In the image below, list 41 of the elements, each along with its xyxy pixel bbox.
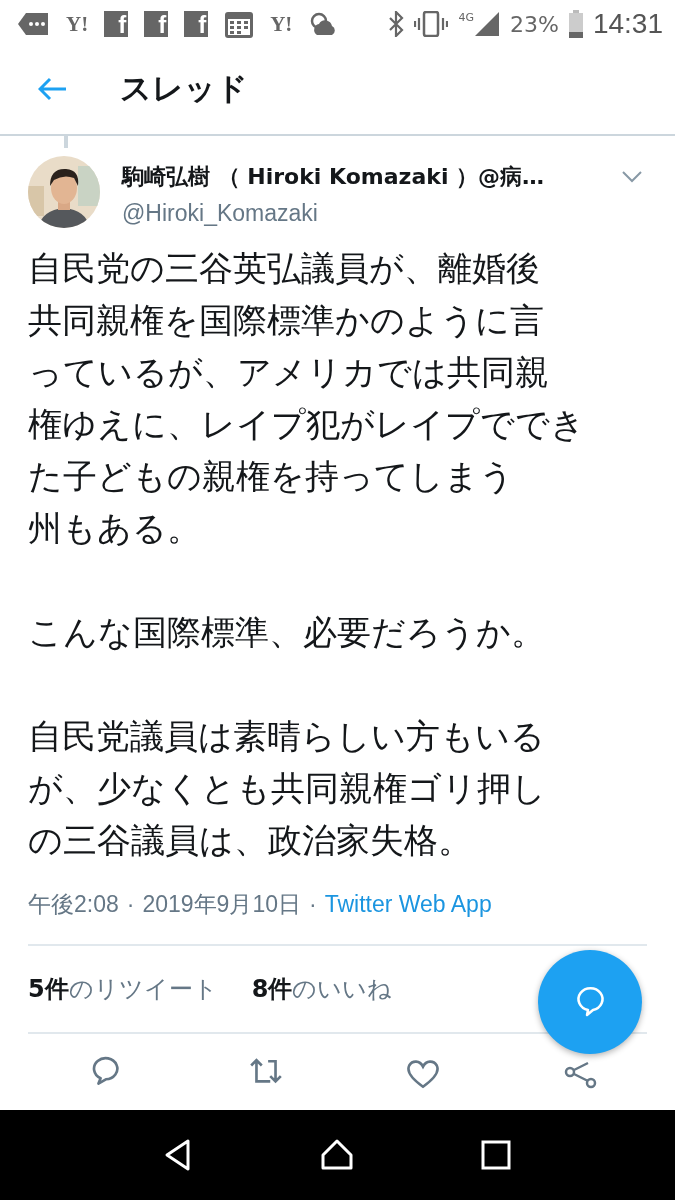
- stat-count: 8件: [251, 974, 293, 1005]
- clock: 14:31: [592, 8, 663, 40]
- stat-label[interactable]: のいいね: [292, 973, 393, 1005]
- yahoo-logo: Y!: [270, 11, 293, 37]
- tweet-text-line: 自民党の三谷英弘議員が、離婚後: [28, 247, 540, 290]
- tweet-text-line: っているが、アメリカでは共同親: [28, 351, 549, 394]
- separator-dot: ·: [126, 890, 135, 918]
- stat-label[interactable]: のリツイート: [68, 973, 218, 1005]
- tweet-text-line: 共同親権を国際標準かのように言: [28, 299, 544, 342]
- tweet-text-line: 自民党議員は素晴らしい方もいる: [28, 715, 545, 758]
- arrow-icon: [38, 77, 68, 101]
- bluetooth-icon: [388, 11, 405, 37]
- tag-icon: [18, 11, 50, 37]
- facebook-logo: f: [104, 11, 129, 37]
- tweet-text-line: が、少なくとも共同親権ゴリ押し: [28, 767, 546, 810]
- page-title: スレッド: [120, 69, 248, 108]
- chevron-icon: [622, 171, 642, 183]
- separator-dot: ·: [309, 890, 317, 918]
- facebook-logo: f: [144, 11, 169, 37]
- network-label: 4G: [458, 11, 474, 24]
- source-link[interactable]: Twitter Web App: [324, 890, 492, 918]
- tweet-text-line: た子どもの親権を持ってしまう: [28, 455, 514, 498]
- yahoo-logo: Y!: [66, 11, 89, 37]
- compose-reply-button[interactable]: [538, 950, 642, 1054]
- house-icon: [319, 1137, 356, 1173]
- facebook-logo: f: [184, 11, 209, 37]
- tweet-text-line: 州もある。: [28, 507, 201, 550]
- tweet-text-line: こんな国際標準、必要だろうか。: [28, 611, 545, 654]
- tweet-text-line: の三谷議員は、政治家失格。: [28, 819, 472, 862]
- author-handle[interactable]: @Hiroki_Komazaki: [122, 200, 617, 227]
- tweet-text-line: 権ゆえに、レイプ犯がレイプででき: [28, 403, 585, 446]
- stat-count: 5件: [28, 974, 69, 1005]
- share-icon: [563, 1059, 598, 1089]
- battery-percent: 23%: [510, 11, 559, 37]
- tweet-time: 午後2:08: [28, 889, 119, 919]
- signal-icon: [474, 11, 500, 37]
- tweet-date: 2019年9月10日: [142, 889, 301, 919]
- vibrate-icon: [414, 11, 449, 37]
- battery-icon: [568, 10, 583, 38]
- author-name[interactable]: 駒崎弘樹 （ Hiroki Komazaki ）@病…: [122, 162, 617, 192]
- calendar-icon: [224, 9, 255, 39]
